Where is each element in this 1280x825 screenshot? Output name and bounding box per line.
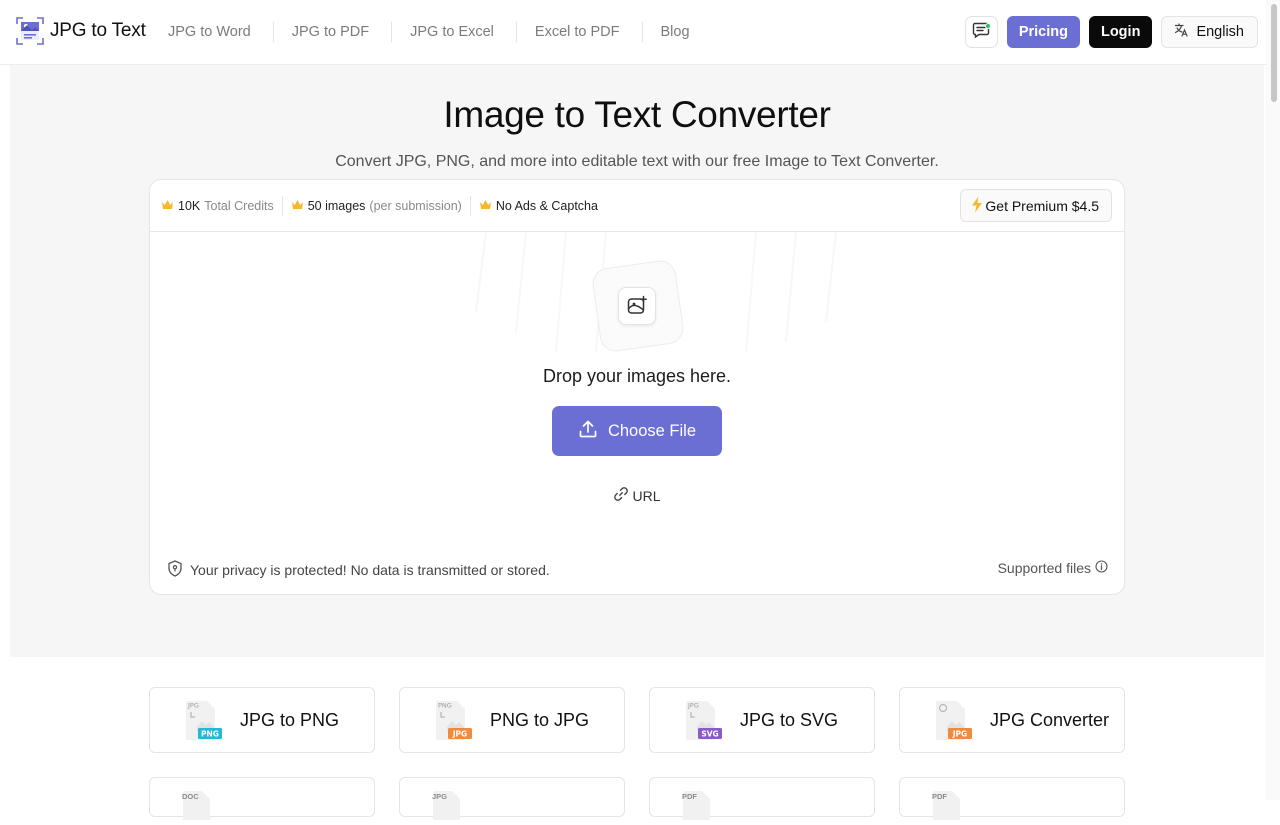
privacy-text: Your privacy is protected! No data is tr… (190, 562, 550, 578)
nav-divider (515, 22, 517, 42)
choose-file-label: Choose File (607, 421, 697, 440)
logo-text: JPG to Text (50, 20, 146, 41)
page-title: Image to Text Converter (443, 94, 831, 135)
crown-icon (161, 199, 174, 213)
nav-jpg-to-pdf[interactable]: JPG to PDF (292, 24, 369, 40)
tool-card-png-to-jpg[interactable]: JPG PNG PNG to JPG (399, 687, 625, 753)
link-icon (613, 486, 629, 505)
file-convert-icon: JPG (935, 700, 973, 742)
get-premium-button[interactable]: Get Premium $4.5 (960, 189, 1112, 222)
upload-card: 10K Total Credits 50 images (per submiss… (149, 179, 1125, 595)
feature-images-value: 50 images (307, 198, 366, 213)
privacy-notice: Your privacy is protected! No data is tr… (167, 560, 550, 580)
nav-divider (272, 22, 274, 42)
online-indicator (984, 23, 991, 29)
feature-images-label: (per submission) (369, 198, 462, 213)
tool-label: JPG Converter (990, 710, 1110, 730)
file-convert-icon: SVG JPG (685, 700, 723, 742)
logo-link[interactable]: JPG to Text (16, 17, 146, 45)
pricing-button[interactable]: Pricing (1006, 16, 1080, 48)
url-upload-link[interactable]: URL (150, 486, 1124, 505)
nav-jpg-to-word[interactable]: JPG to Word (168, 24, 251, 40)
drop-instruction: Drop your images here. (542, 366, 732, 386)
file-convert-icon: PNG JPG (185, 700, 223, 742)
page-subtitle: Convert JPG, PNG, and more into editable… (335, 153, 939, 170)
tool-card[interactable]: PDF (649, 777, 875, 820)
file-convert-icon: JPG PNG (435, 700, 473, 742)
svg-text:PNG: PNG (201, 730, 219, 739)
tool-card-jpg-to-png[interactable]: PNG JPG JPG to PNG (149, 687, 375, 753)
nav-blog[interactable]: Blog (661, 24, 690, 40)
tool-label: JPG to SVG (740, 710, 839, 730)
tool-card[interactable]: JPG (399, 777, 625, 820)
tool-card[interactable]: PDF (899, 777, 1125, 820)
file-icon: PDF (932, 790, 962, 824)
feature-images: 50 images (per submission) (291, 199, 462, 213)
drop-zone[interactable]: Drop your images here. Choose File URL Y… (150, 232, 1124, 594)
svg-text:JPG: JPG (687, 702, 699, 710)
file-icon: PDF (682, 790, 712, 824)
top-header: JPG to Text JPG to Word JPG to PDF JPG t… (0, 0, 1280, 65)
feature-credits: 10K Total Credits (161, 199, 274, 213)
file-icon: JPG (432, 790, 462, 824)
feature-divider (469, 195, 471, 216)
lightning-icon (971, 196, 983, 216)
feature-divider (281, 195, 283, 216)
svg-text:PNG: PNG (438, 702, 452, 710)
crown-icon (291, 199, 304, 213)
url-label: URL (632, 487, 661, 504)
nav-divider (391, 22, 393, 42)
plan-features-bar: 10K Total Credits 50 images (per submiss… (150, 180, 1124, 232)
login-button[interactable]: Login (1088, 16, 1153, 48)
nav-divider (641, 22, 643, 42)
translate-icon (1174, 23, 1189, 41)
feature-no-ads-label: No Ads & Captcha (495, 198, 598, 213)
logo-icon (16, 17, 44, 45)
nav-excel-to-pdf[interactable]: Excel to PDF (535, 24, 620, 40)
supported-files-link[interactable]: Supported files (998, 560, 1108, 576)
tool-label: PNG to JPG (490, 710, 590, 730)
choose-file-button[interactable]: Choose File (552, 406, 722, 456)
language-label: English (1196, 24, 1244, 40)
page-scrollbar[interactable] (1266, 0, 1280, 800)
crown-icon (479, 199, 492, 213)
tool-label: JPG to PNG (240, 710, 340, 730)
svg-text:SVG: SVG (701, 730, 718, 739)
tool-card-jpg-to-svg[interactable]: SVG JPG JPG to SVG (649, 687, 875, 753)
svg-text:JPG: JPG (452, 730, 467, 739)
upload-icon (578, 419, 598, 444)
header-actions: Pricing Login English (964, 16, 1258, 48)
add-image-icon (618, 287, 656, 325)
supported-files-label: Supported files (997, 560, 1091, 576)
language-selector[interactable]: English (1161, 16, 1258, 48)
get-premium-label: Get Premium $4.5 (985, 197, 1099, 214)
feature-credits-label: Total Credits (204, 198, 274, 213)
shield-icon (167, 560, 183, 580)
svg-text:JPG: JPG (952, 730, 967, 739)
tool-card-jpg-converter[interactable]: JPG JPG Converter (899, 687, 1125, 753)
scrollbar-thumb[interactable] (1271, 4, 1277, 102)
svg-text:JPG: JPG (187, 702, 199, 710)
file-icon: DOC (182, 790, 212, 824)
main-nav: JPG to Word JPG to PDF JPG to Excel Exce… (168, 22, 690, 42)
feature-no-ads: No Ads & Captcha (479, 199, 598, 213)
tool-card[interactable]: DOC (149, 777, 375, 820)
feature-credits-value: 10K (178, 198, 201, 213)
info-icon (1095, 560, 1108, 576)
nav-jpg-to-excel[interactable]: JPG to Excel (410, 24, 494, 40)
chat-button[interactable] (964, 16, 998, 48)
